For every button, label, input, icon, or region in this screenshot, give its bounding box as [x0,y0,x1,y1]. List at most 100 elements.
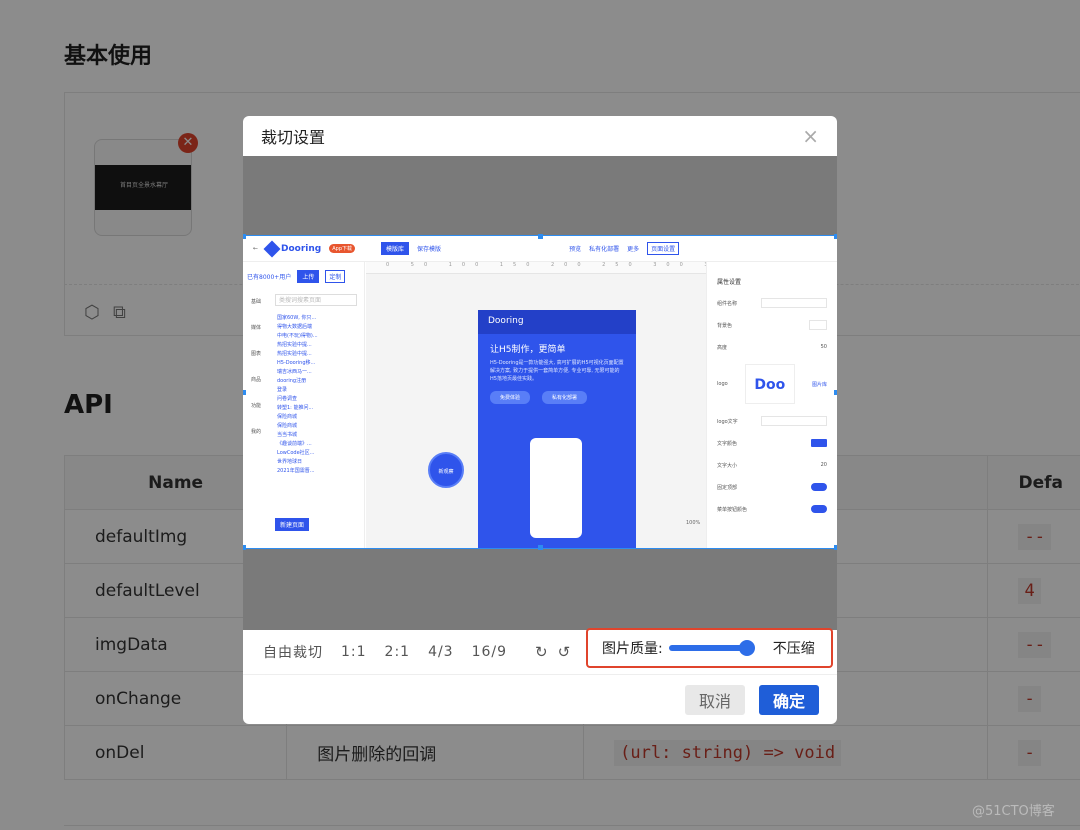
props-title: 属性设置 [717,270,827,292]
nav-item: 我的 [250,429,261,435]
list-item: 世界地球日 [277,459,303,465]
close-icon[interactable]: × [802,124,819,148]
more-button: 更多 [627,246,640,253]
crop-handle[interactable] [538,545,543,550]
list-item: 保险商城 [277,423,298,429]
prop-input [761,298,827,308]
crop-selection[interactable]: ← Dooring App下载 模版库 保存模版 预览 私有化部署 更多 页面设… [243,234,837,550]
nav-item: 基础 [250,299,261,305]
list-item: H5-Dooring移... [277,360,316,366]
preview-button: 预览 [569,246,582,253]
save-template-button: 保存模版 [417,246,442,253]
prop-row: 文字颜色 [717,432,827,454]
app-badge: App下载 [329,244,356,253]
prop-row: 组件名称 [717,292,827,314]
phone-button: 私有化部署 [542,391,588,404]
editor-logo: Dooring [263,240,322,257]
quality-label: 图片质量: [602,641,663,657]
crop-handle[interactable] [243,545,246,550]
editor-preview-image: ← Dooring App下载 模版库 保存模版 预览 私有化部署 更多 页面设… [243,236,837,548]
quality-value: 不压缩 [772,641,815,657]
rotate-right-icon[interactable]: ↻ [535,643,548,661]
crop-handle[interactable] [243,234,246,239]
zoom-level: 100% [686,520,701,526]
prop-label: 菜单按钮颜色 [717,506,748,513]
list-item: 得物大数据后端 [277,324,313,330]
editor-canvas: 0 50 100 150 200 250 300 350 400 450 500… [366,262,706,548]
new-page-button: 新建页面 [275,518,310,531]
nav-item: 媒体 [250,325,261,331]
watermark: @51CTO博客 [972,804,1055,819]
crop-handle[interactable] [834,545,837,550]
prop-row: logo Doo 图片库 [717,358,827,410]
crop-handle[interactable] [243,390,246,395]
free-crop-option[interactable]: 自由裁切 [263,642,323,662]
slider-knob[interactable] [738,640,755,656]
modal-footer: 取消 确定 [243,674,837,724]
editor-right-panel: 属性设置 组件名称 背景色 高度 50 logo Doo 图片库 logo文字 文字颜… [706,262,837,548]
prop-row: 高度 50 [717,336,827,358]
page-list: 国家60W, 你只... 得物大数据后端 中电(不玩)得物)... 热招实验中提… [277,314,357,476]
confirm-button[interactable]: 确定 [758,684,819,715]
ratio-option[interactable]: 2:1 [385,644,411,660]
crop-handle[interactable] [834,390,837,395]
template-lib-button: 模版库 [381,242,410,255]
prop-row: 文字大小 20 [717,454,827,476]
floating-circle: 新观察 [428,452,464,488]
mobile-mockup [530,438,582,538]
ratio-option[interactable]: 4/3 [428,644,454,660]
phone-title: 让H5制作，更简单 [490,345,566,355]
list-item: 热招实验中提... [277,351,312,357]
prop-label: logo [717,381,728,387]
prop-label: 文字大小 [717,462,738,469]
cancel-button[interactable]: 取消 [684,684,745,715]
prop-label: 组件名称 [717,300,738,307]
phone-text: H5-Dooring是一款功能强大, 高可扩展的H5可视化页面配置解决方案, 致… [490,360,624,382]
editor-left-nav: 基础 媒体 图表 商品 功能 我的 [243,292,269,448]
editor-search: 类搜词搜素页面 [275,294,357,306]
prop-label: 固定顶部 [717,484,738,491]
editor-logo-text: Dooring [281,243,322,254]
list-item: 2021年国需晋... [277,468,315,474]
nav-item: 功能 [250,403,261,409]
prop-label: 高度 [717,344,728,351]
crop-handle[interactable] [834,234,837,239]
modal-title: 裁切设置 [261,128,326,147]
crop-handle[interactable] [538,234,543,239]
crop-area[interactable]: ← Dooring App下载 模版库 保存模版 预览 私有化部署 更多 页面设… [243,156,837,630]
editor-left-panel: 已有8000+用户 上传 定制 类搜词搜素页面 基础 媒体 图表 商品 功能 我… [243,262,365,548]
quality-control: 图片质量: 不压缩 [586,628,833,668]
list-item: 中电(不玩)得物)... [277,333,318,339]
private-deploy-button: 私有化部署 [589,246,620,253]
list-item: 登录 [277,387,288,393]
ratio-option[interactable]: 16/9 [472,644,507,660]
list-item: 转塑1: 能推问... [277,405,314,411]
rotate-left-icon[interactable]: ↺ [558,643,571,661]
prop-row: 菜单按钮颜色 [717,498,827,520]
prop-label: 文字颜色 [717,440,738,447]
prop-label: logo文字 [717,418,738,425]
ratio-option[interactable]: 1:1 [341,644,367,660]
search-placeholder: 类搜词搜素页面 [279,297,322,304]
back-arrow-icon: ← [253,245,259,252]
crop-modal: 裁切设置 × ← Dooring App下载 模版库 保存模版 预览 私有化部署… [243,116,837,724]
logo-mark-icon [263,240,281,257]
quality-slider[interactable] [668,640,755,656]
prop-color [811,439,827,447]
logo-preview: Doo [744,364,795,404]
prop-row: logo文字 [717,410,827,432]
modal-header: 裁切设置 × [243,116,837,156]
nav-item: 商品 [250,377,261,383]
list-item: 热招实验中提... [277,342,312,348]
toggle [811,483,827,491]
user-count: 已有8000+用户 [247,274,292,281]
prop-value: 50 [820,344,827,350]
phone-button: 免费体验 [490,391,531,404]
phone-logo: Dooring [478,310,636,334]
logo-lib-link: 图片库 [811,381,827,388]
phone-preview: Dooring 让H5制作，更简单 H5-Dooring是一款功能强大, 高可扩… [478,310,636,548]
list-item: 保险商城 [277,414,298,420]
nav-item: 图表 [250,351,261,357]
prop-value: 20 [820,462,827,468]
props-title-text: 属性设置 [717,278,742,286]
